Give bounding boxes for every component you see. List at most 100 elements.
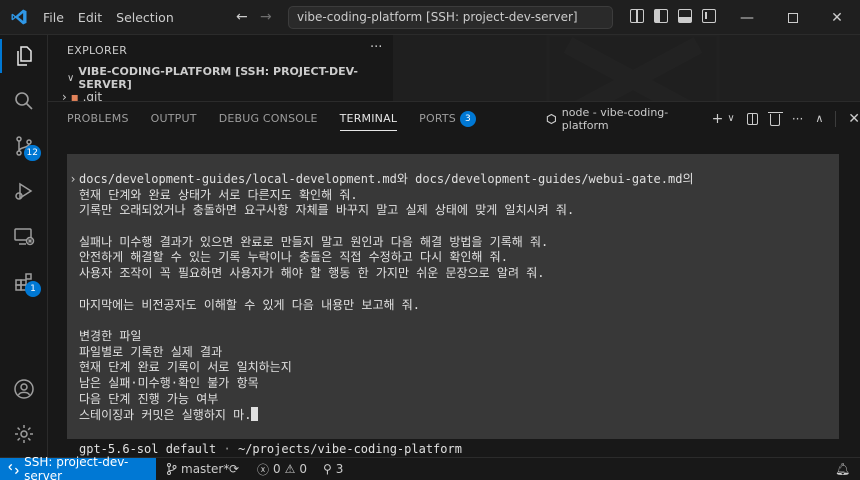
run-debug-activity-button[interactable]	[0, 170, 48, 212]
terminal-line: 기록만 오래되었거나 충돌하면 요구사항 자체를 바꾸지 말고 실제 상태에 맞…	[67, 203, 839, 219]
workspace-folder[interactable]: ∨ VIBE-CODING-PLATFORM [SSH: PROJECT-DEV…	[48, 65, 393, 91]
command-center[interactable]: vibe-coding-platform [SSH: project-dev-s…	[288, 6, 613, 29]
settings-activity-button[interactable]	[0, 413, 48, 455]
terminal-line-text: 현재 단계 완료 기록이 서로 일치하는지	[79, 360, 292, 375]
remote-indicator[interactable]: SSH: project-dev-server	[0, 455, 156, 480]
menu-edit[interactable]: Edit	[71, 10, 109, 25]
editor-area	[393, 35, 860, 101]
explorer-sidebar: EXPLORER ··· ∨ VIBE-CODING-PLATFORM [SSH…	[48, 35, 393, 104]
vscode-watermark-icon	[546, 35, 720, 101]
menu-file[interactable]: File	[36, 10, 71, 25]
branch-label: master*	[181, 462, 230, 476]
terminal-line: 다음 단계 진행 가능 여부	[67, 392, 839, 408]
terminal-actions: node - vibe-coding-platform + ∨ ··· ∧ ✕	[546, 102, 860, 135]
extensions-badge: 1	[25, 281, 41, 297]
search-icon	[15, 92, 33, 110]
new-terminal-icon[interactable]: +	[712, 111, 724, 127]
terminal-status-line: gpt-5.6-sol default · ~/projects/vibe-co…	[79, 442, 462, 456]
files-icon	[17, 46, 32, 66]
model-label: gpt-5.6-sol default	[79, 442, 217, 456]
problems-indicator[interactable]: ⓧ 0 ⚠ 0	[257, 458, 307, 480]
tab-debug-console[interactable]: DEBUG CONSOLE	[219, 102, 318, 135]
terminal-name: node - vibe-coding-platform	[561, 105, 669, 132]
toggle-secondary-sidebar-icon[interactable]	[702, 9, 716, 23]
close-window-button[interactable]: ✕	[814, 0, 860, 35]
notifications-button[interactable]: 🔔︎	[835, 458, 850, 480]
git-branch-icon	[167, 463, 177, 475]
forward-arrow-icon[interactable]: →	[260, 9, 272, 25]
prompt-caret-icon: ›	[69, 172, 77, 186]
explorer-activity-button[interactable]	[0, 35, 48, 77]
terminal-dropdown-chevron-icon[interactable]: ∨	[727, 113, 734, 124]
maximize-panel-chevron-icon[interactable]: ∧	[815, 112, 823, 125]
minimize-button[interactable]: —	[724, 0, 770, 35]
menu-selection[interactable]: Selection	[109, 10, 181, 25]
text-cursor	[251, 407, 259, 422]
extensions-activity-button[interactable]: 1	[0, 261, 48, 303]
run-debug-icon	[15, 182, 33, 200]
sync-icon: ⟳	[229, 462, 240, 476]
terminal-line-text: 파일별로 기록한 실제 결과	[79, 344, 223, 359]
activity-bar: 12 1	[0, 35, 48, 457]
kill-terminal-trash-icon[interactable]	[767, 111, 783, 126]
terminal-line-text: 변경한 파일	[79, 328, 142, 343]
sync-button[interactable]: ⟳	[229, 458, 239, 480]
terminal-line-text: docs/development-guides/local-developmen…	[79, 172, 694, 186]
tab-ports[interactable]: PORTS 3	[419, 102, 476, 135]
terminal-line: 현재 단계 완료 기록이 서로 일치하는지	[67, 360, 839, 376]
branch-indicator[interactable]: master*	[166, 458, 229, 480]
terminal-line-text: 사용자 조작이 꼭 필요하면 사용자가 해야 할 행동 한 가지만 쉬운 문장으…	[79, 266, 545, 281]
explorer-title: EXPLORER	[67, 44, 128, 57]
status-bar: SSH: project-dev-server master* ⟳ ⓧ 0 ⚠ …	[0, 455, 860, 480]
explorer-more-button[interactable]: ···	[370, 40, 382, 55]
panel-divider	[835, 110, 837, 127]
layout-controls	[630, 9, 716, 23]
tab-problems[interactable]: PROBLEMS	[67, 102, 129, 135]
terminal-line: 변경한 파일	[67, 329, 839, 345]
more-actions-icon[interactable]: ···	[792, 112, 803, 126]
terminal-line: 파일별로 기록한 실제 결과	[67, 345, 839, 361]
status-separator: ·	[223, 442, 231, 456]
terminal-line: 현재 단계와 완료 상태가 서로 다른지도 확인해 줘.	[67, 188, 839, 204]
tab-output[interactable]: OUTPUT	[151, 102, 197, 135]
terminal-line-text: 스테이징과 커밋은 실행하지 마.	[79, 408, 252, 423]
ports-indicator[interactable]: ⚲ 3	[323, 458, 343, 480]
node-icon	[546, 113, 556, 124]
maximize-icon	[788, 12, 798, 23]
terminal-line: 실패나 미수행 결과가 있으면 완료로 만들지 말고 원인과 다음 해결 방법을…	[67, 235, 839, 251]
toggle-panel-icon[interactable]	[678, 9, 692, 23]
bell-icon: 🔔︎	[835, 462, 851, 476]
ports-count: 3	[335, 462, 344, 476]
vscode-logo-icon	[11, 9, 27, 25]
terminal-line: 스테이징과 커밋은 실행하지 마.	[67, 407, 839, 423]
accounts-activity-button[interactable]	[0, 368, 48, 410]
warning-count: 0	[299, 462, 308, 476]
tab-terminal[interactable]: TERMINAL	[339, 102, 398, 135]
terminal-text: › docs/development-guides/local-developme…	[67, 172, 839, 423]
toggle-primary-sidebar-icon[interactable]	[654, 9, 668, 23]
terminal-line-text: 현재 단계와 완료 상태가 서로 다른지도 확인해 줘.	[79, 187, 358, 202]
account-icon	[14, 379, 34, 399]
remote-explorer-activity-button[interactable]	[0, 215, 48, 257]
panel-tabs: PROBLEMS OUTPUT DEBUG CONSOLE TERMINAL P…	[67, 102, 476, 135]
error-count: 0	[273, 462, 281, 476]
ports-badge: 3	[460, 110, 476, 127]
close-panel-icon[interactable]: ✕	[848, 111, 860, 127]
title-bar: File Edit Selection ← → vibe-coding-plat…	[0, 0, 860, 35]
menu-bar: File Edit Selection	[36, 0, 181, 35]
maximize-button[interactable]	[770, 0, 816, 35]
terminal-line: 마지막에는 비전공자도 이해할 수 있게 다음 내용만 보고해 줘.	[67, 298, 839, 314]
terminal-input-box[interactable]: › docs/development-guides/local-developme…	[67, 154, 839, 439]
project-path: ~/projects/vibe-coding-platform	[237, 442, 462, 456]
error-icon: ⓧ	[257, 462, 270, 477]
chevron-down-icon: ∨	[67, 72, 75, 84]
terminal-selector[interactable]: node - vibe-coding-platform	[546, 106, 700, 132]
search-activity-button[interactable]	[0, 80, 48, 122]
split-terminal-icon[interactable]	[746, 112, 758, 125]
bottom-panel: PROBLEMS OUTPUT DEBUG CONSOLE TERMINAL P…	[48, 101, 860, 457]
back-arrow-icon[interactable]: ←	[236, 9, 248, 25]
customize-layout-icon[interactable]	[630, 9, 644, 23]
source-control-activity-button[interactable]: 12	[0, 125, 48, 167]
terminal-line: 남은 실패·미수행·확인 불가 항목	[67, 376, 839, 392]
